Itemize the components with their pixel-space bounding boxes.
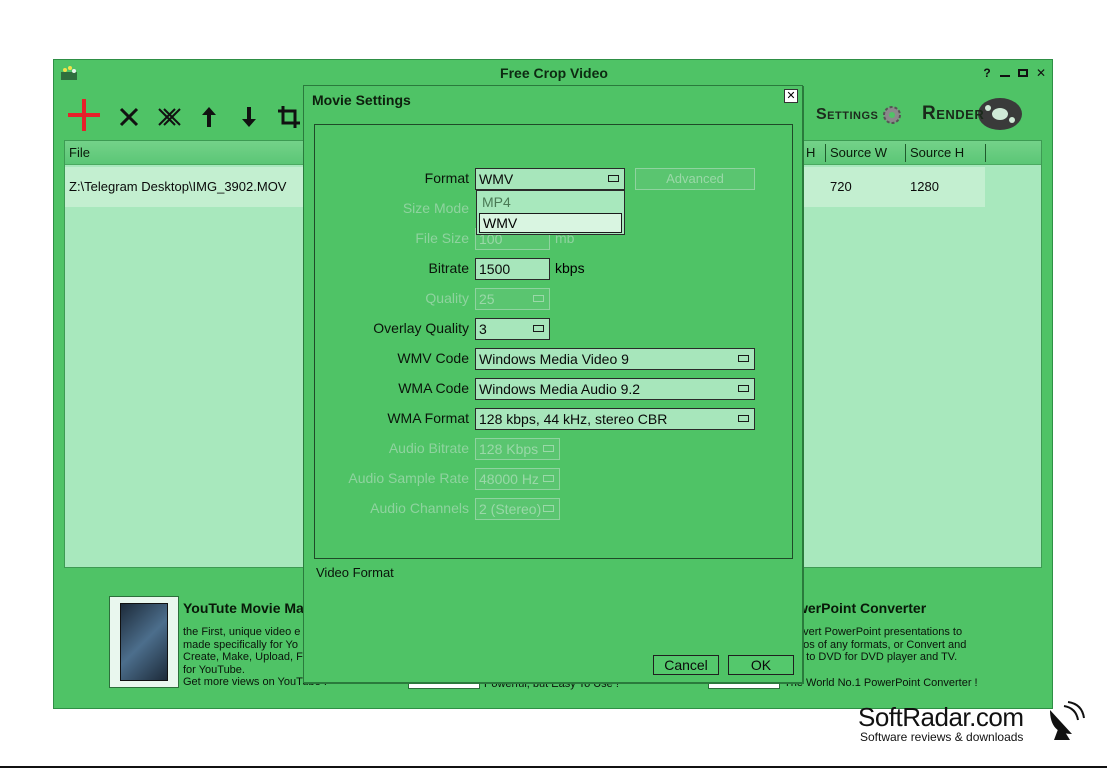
column-header-h[interactable]: H (806, 145, 815, 160)
movie-settings-dialog: Movie Settings ✕ Format WMV Advanced Siz… (303, 85, 803, 683)
ad-line: eos of any formats, or Convert and (797, 638, 967, 651)
quality-label: Quality (425, 290, 469, 306)
column-header-source-h[interactable]: Source H (910, 145, 964, 160)
format-option-wmv[interactable]: WMV (479, 213, 622, 233)
app-title: Free Crop Video (500, 65, 608, 81)
overlay-quality-label: Overlay Quality (373, 320, 469, 336)
cancel-button[interactable]: Cancel (653, 655, 719, 675)
move-up-icon[interactable] (194, 100, 224, 134)
column-header-source-w[interactable]: Source W (830, 145, 887, 160)
audio-channels-select[interactable]: 2 (Stereo) (475, 498, 560, 520)
wma-format-value: 128 kbps, 44 kHz, stereo CBR (479, 411, 668, 427)
dropdown-icon (543, 445, 554, 452)
bitrate-unit: kbps (555, 260, 585, 276)
ad-line: Create, Make, Upload, F (183, 651, 303, 663)
settings-label: Settings (816, 106, 879, 123)
audio-bitrate-value: 128 Kbps (479, 441, 539, 457)
ok-button[interactable]: OK (728, 655, 794, 675)
ad-line: for YouTube. (183, 663, 245, 676)
overlay-quality-value: 3 (479, 321, 487, 337)
column-header-file[interactable]: File (69, 145, 90, 160)
wmv-code-select[interactable]: Windows Media Video 9 (475, 348, 755, 370)
dropdown-icon (608, 175, 619, 182)
ad-line: made specifically for Yo (183, 638, 298, 651)
remove-all-icon[interactable] (154, 100, 184, 134)
wma-code-label: WMA Code (398, 380, 469, 396)
audio-channels-value: 2 (Stereo) (479, 501, 542, 517)
status-text: Video Format (316, 565, 394, 580)
dropdown-icon (738, 385, 749, 392)
ad-line[interactable]: The World No.1 PowerPoint Converter ! (784, 677, 997, 690)
ad-line: n to DVD for DVD player and TV. (797, 651, 958, 663)
watermark-subtitle: Software reviews & downloads (860, 730, 1024, 744)
render-button[interactable]: Render (922, 94, 1034, 134)
satellite-dish-icon (1046, 700, 1086, 744)
audio-bitrate-label: Audio Bitrate (388, 440, 469, 456)
dropdown-icon (738, 355, 749, 362)
remove-icon[interactable] (114, 100, 144, 134)
column-separator (985, 144, 986, 162)
source-w-cell: 720 (830, 179, 852, 194)
crop-icon[interactable] (274, 100, 304, 134)
format-option-mp4[interactable]: MP4 (479, 193, 622, 213)
ad-title-youtute[interactable]: YouTute Movie Ma (183, 600, 304, 616)
wma-format-select[interactable]: 128 kbps, 44 kHz, stereo CBR (475, 408, 755, 430)
watermark-title: SoftRadar.com (858, 702, 1024, 732)
wmv-code-label: WMV Code (397, 350, 469, 366)
ad-title-powerpoint[interactable]: werPoint Converter (797, 600, 926, 616)
bitrate-label: Bitrate (428, 260, 469, 276)
dropdown-icon (533, 325, 544, 332)
audio-channels-label: Audio Channels (370, 500, 469, 516)
format-label: Format (424, 170, 469, 186)
dialog-title: Movie Settings (312, 92, 411, 108)
help-button[interactable]: ? (980, 66, 994, 80)
format-select[interactable]: WMV (475, 168, 625, 190)
ad-line: the First, unique video e (183, 626, 301, 638)
add-icon[interactable] (66, 96, 102, 134)
size-mode-label: Size Mode (402, 200, 469, 216)
audio-sample-rate-select[interactable]: 48000 Hz (475, 468, 560, 490)
gear-icon (883, 106, 902, 124)
render-label: Render (922, 103, 985, 124)
dropdown-icon (533, 295, 544, 302)
settings-button[interactable]: Settings (816, 98, 906, 132)
file-path-cell: Z:\Telegram Desktop\IMG_3902.MOV (69, 179, 287, 194)
ad-text-powerpoint: overt PowerPoint presentations to eos of… (784, 626, 997, 689)
ad-line[interactable]: Get more views on YouTube ! (183, 676, 327, 689)
audio-bitrate-select[interactable]: 128 Kbps (475, 438, 560, 460)
settings-panel: Format WMV Advanced Size Mode File Size … (314, 124, 793, 559)
wma-format-label: WMA Format (387, 410, 469, 426)
column-separator (825, 144, 826, 162)
ad-text-youtute: the First, unique video e made specifica… (183, 626, 327, 689)
bitrate-input[interactable]: 1500 (475, 258, 550, 280)
source-h-cell: 1280 (910, 179, 939, 194)
wmv-code-value: Windows Media Video 9 (479, 351, 629, 367)
dropdown-icon (738, 415, 749, 422)
dropdown-icon (543, 475, 554, 482)
quality-value: 25 (479, 291, 495, 307)
format-value: WMV (479, 171, 514, 187)
page-divider (0, 766, 1107, 768)
maximize-button[interactable] (1016, 66, 1030, 80)
move-down-icon[interactable] (234, 100, 264, 134)
wma-code-value: Windows Media Audio 9.2 (479, 381, 641, 397)
dialog-close-button[interactable]: ✕ (784, 89, 798, 103)
audio-sample-rate-label: Audio Sample Rate (348, 470, 469, 486)
audio-sample-rate-value: 48000 Hz (479, 471, 539, 487)
overlay-quality-select[interactable]: 3 (475, 318, 550, 340)
close-button[interactable]: ✕ (1034, 66, 1048, 80)
youtute-box-image[interactable] (109, 596, 179, 688)
column-separator (905, 144, 906, 162)
file-size-label: File Size (415, 230, 469, 246)
dropdown-icon (543, 505, 554, 512)
quality-select[interactable]: 25 (475, 288, 550, 310)
advanced-button[interactable]: Advanced (635, 168, 755, 190)
minimize-button[interactable] (998, 66, 1012, 80)
format-dropdown-list[interactable]: MP4 WMV (476, 190, 625, 235)
ad-line: overt PowerPoint presentations to (797, 626, 963, 638)
wma-code-select[interactable]: Windows Media Audio 9.2 (475, 378, 755, 400)
